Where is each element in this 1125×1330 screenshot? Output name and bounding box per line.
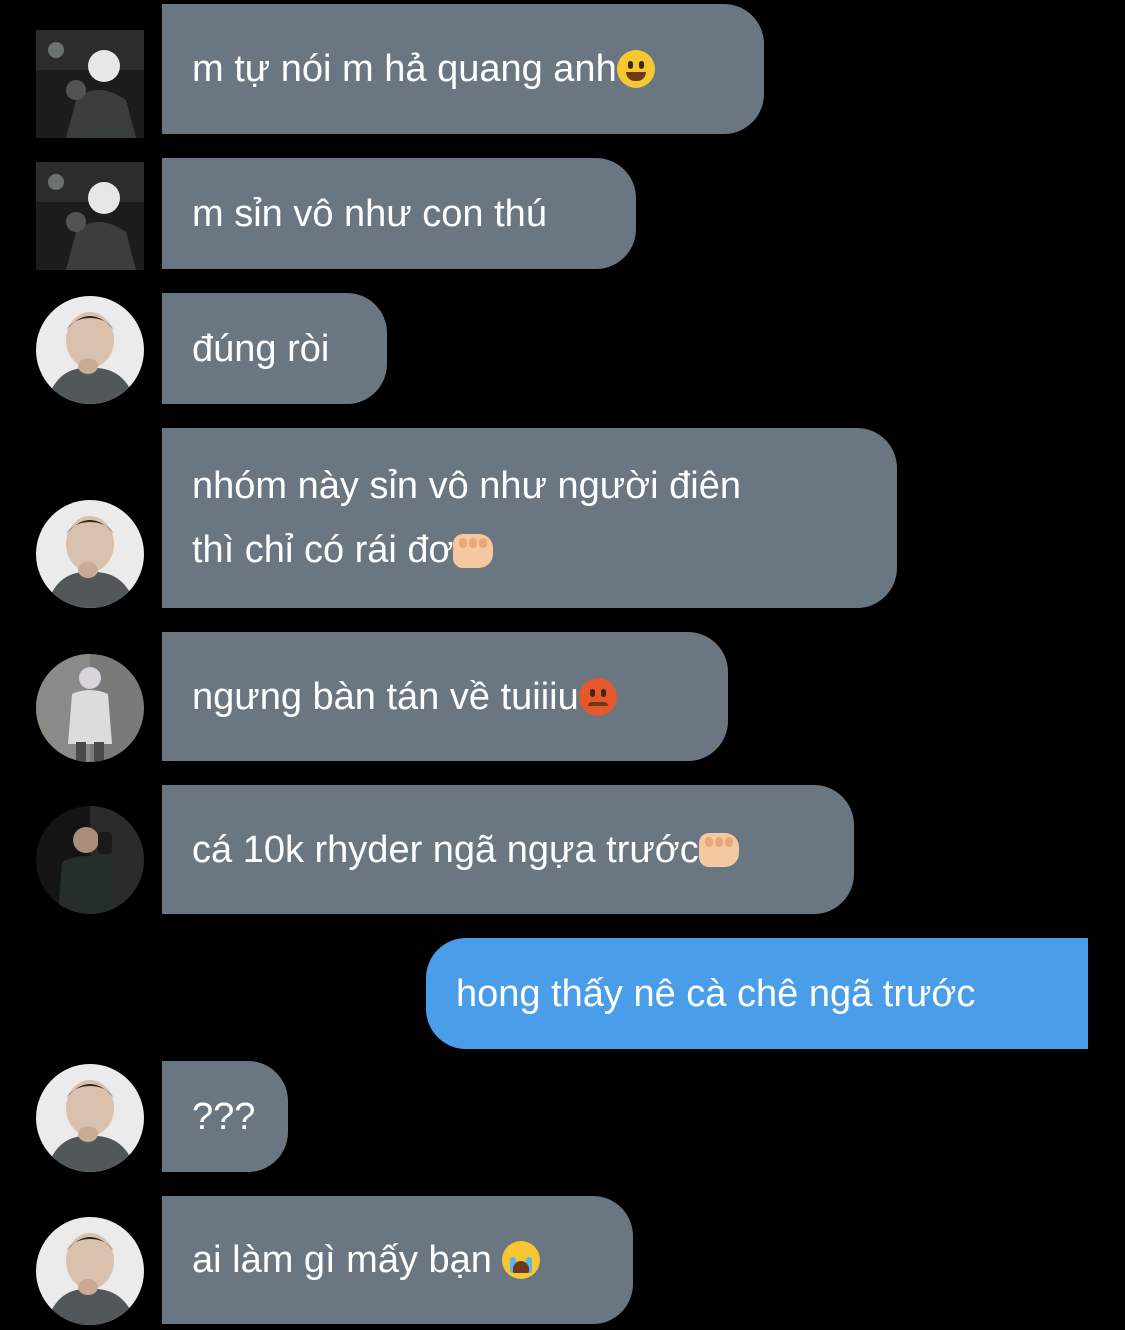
message-text: đúng ròi xyxy=(192,327,330,370)
message-text: ai làm gì mấy bạn xyxy=(192,1239,503,1281)
fist-emoji xyxy=(453,534,494,568)
sender-avatar[interactable] xyxy=(36,806,144,914)
sender-avatar[interactable] xyxy=(36,162,144,270)
message-text: m tự nói m hả quang anh xyxy=(192,48,617,90)
loudly-crying-face-emoji xyxy=(502,1241,541,1279)
sender-avatar[interactable] xyxy=(36,296,144,404)
sender-avatar[interactable] xyxy=(36,654,144,762)
message-text: cá 10k rhyder ngã ngựa trước xyxy=(192,828,699,871)
message-text-line: thì chỉ có rái đơ xyxy=(192,529,454,571)
sender-avatar[interactable] xyxy=(36,1064,144,1172)
message-bubble[interactable]: nhóm này sỉn vô như người điên thì chỉ c… xyxy=(162,428,897,608)
outgoing-message-bubble[interactable]: hong thấy nê cà chê ngã trước xyxy=(426,938,1088,1049)
message-bubble[interactable]: m sỉn vô như con thú xyxy=(162,158,636,269)
sender-avatar[interactable] xyxy=(36,1217,144,1325)
grinning-face-emoji xyxy=(616,50,655,88)
chat-thread[interactable]: m tự nói m hả quang anh m sỉn vô như con… xyxy=(0,0,1125,1330)
fist-emoji xyxy=(698,832,739,867)
message-bubble[interactable]: cá 10k rhyder ngã ngựa trước xyxy=(162,785,854,914)
message-bubble[interactable]: ngưng bàn tán về tuiiiu xyxy=(162,632,728,761)
message-bubble[interactable]: đúng ròi xyxy=(162,293,387,404)
message-bubble[interactable]: m tự nói m hả quang anh xyxy=(162,4,764,134)
message-bubble[interactable]: ai làm gì mấy bạn xyxy=(162,1196,633,1324)
angry-face-emoji xyxy=(578,677,617,716)
message-text: m sỉn vô như con thú xyxy=(192,192,547,235)
message-text: hong thấy nê cà chê ngã trước xyxy=(456,972,976,1015)
message-text: ngưng bàn tán về tuiiiu xyxy=(192,675,579,718)
message-bubble[interactable]: ??? xyxy=(162,1061,288,1172)
sender-avatar[interactable] xyxy=(36,30,144,138)
sender-avatar[interactable] xyxy=(36,500,144,608)
message-text-line: nhóm này sỉn vô như người điên xyxy=(192,465,741,507)
message-text: ??? xyxy=(192,1095,256,1138)
